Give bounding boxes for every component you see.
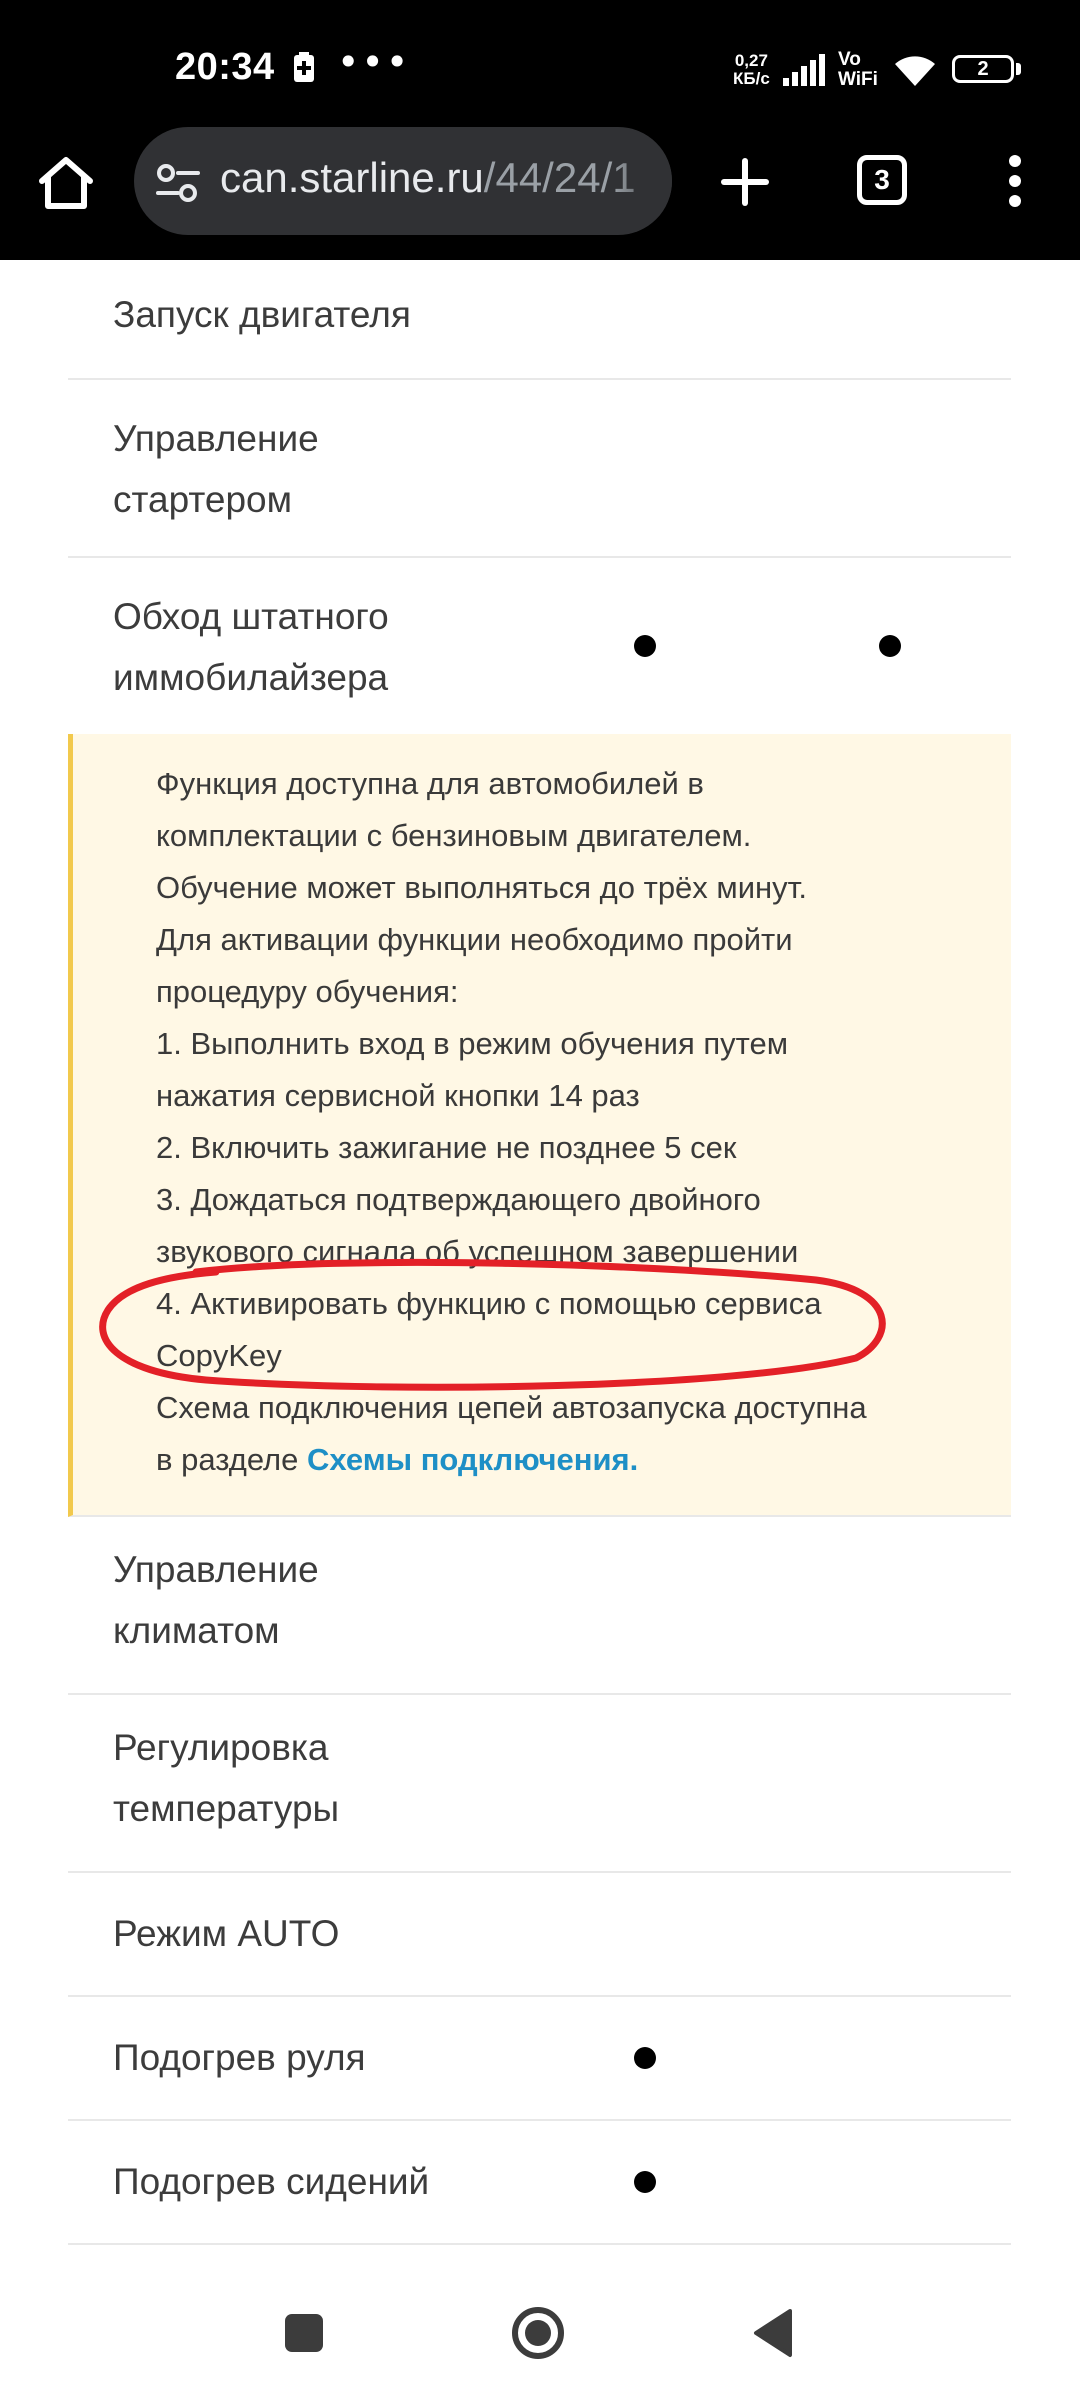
table-row: Управление стартером (68, 380, 1011, 558)
note-line: 1. Выполнить вход в режим обучения путем (156, 1026, 789, 1061)
row-label-line1: Управление (113, 1549, 319, 1590)
row-label: Подогрев руля (113, 2037, 366, 2078)
note-line: 4. Активировать функцию с помощью сервис… (156, 1286, 822, 1321)
note-line: Схема подключения цепей автозапуска дост… (156, 1390, 867, 1425)
note-line: Функция доступна для автомобилей в (156, 766, 704, 801)
wiring-diagrams-link[interactable]: Схемы подключения. (307, 1442, 638, 1477)
note-line: 3. Дождаться подтверждающего двойного (156, 1182, 761, 1217)
plus-icon[interactable] (720, 157, 770, 207)
feature-dot (634, 635, 656, 657)
note-line-last: в разделе Схемы подключения. (156, 1434, 638, 1486)
nav-home-icon[interactable] (511, 2306, 565, 2360)
back-icon[interactable] (752, 2308, 794, 2358)
note-line: нажатия сервисной кнопки 14 раз (156, 1078, 640, 1113)
notification-dots: ••• (337, 40, 411, 84)
vowifi-indicator: Vo WiFi (838, 50, 878, 90)
url-bar[interactable]: can.starline.ru/44/24/1 (134, 127, 672, 235)
battery-tip (1016, 63, 1021, 75)
signal-icon (783, 54, 831, 91)
wifi-icon (892, 52, 938, 93)
note-box: Функция доступна для автомобилей в компл… (68, 734, 1011, 1517)
home-icon[interactable] (36, 155, 96, 211)
row-label-line2: температуры (113, 1788, 340, 1829)
recents-icon[interactable] (285, 2314, 323, 2352)
note-line: Обучение может выполняться до трёх минут… (156, 870, 808, 905)
battery-saver-icon (293, 52, 315, 87)
vowifi-bottom: WiFi (838, 69, 878, 90)
site-settings-icon[interactable] (156, 163, 200, 208)
row-label-line1: Управление (113, 418, 319, 459)
feature-dot (634, 2171, 656, 2193)
table-row: Управление климатом (68, 1517, 1011, 1695)
url-host: can.starline.ru (220, 154, 484, 201)
row-label-line1: Регулировка (113, 1727, 329, 1768)
note-line: 2. Включить зажигание не позднее 5 сек (156, 1130, 737, 1165)
status-time: 20:34 (175, 46, 275, 88)
row-label-line2: иммобилайзера (113, 657, 389, 698)
table-row: Подогрев руля (68, 1997, 1011, 2121)
row-label: Режим AUTO (113, 1913, 340, 1954)
network-speed-value: 0,27 (734, 51, 768, 70)
more-vert-icon[interactable] (1000, 153, 1030, 209)
note-line: процедуру обучения: (156, 974, 459, 1009)
row-label-line2: климатом (113, 1610, 280, 1651)
table-row: Режим AUTO (68, 1873, 1011, 1997)
url-text[interactable]: can.starline.ru/44/24/1 (220, 154, 636, 202)
table-row: Обход штатного иммобилайзера (68, 558, 1011, 734)
network-speed: 0,27 КБ/с (733, 52, 770, 88)
battery-icon: 2 (952, 55, 1014, 83)
note-line: звукового сигнала об успешном завершении (156, 1234, 799, 1269)
row-label: Подогрев сидений (113, 2161, 430, 2202)
feature-dot (634, 2047, 656, 2069)
row-label-line2: стартером (113, 479, 293, 520)
row-label-line1: Обход штатного (113, 596, 389, 637)
note-line-prefix: в разделе (156, 1442, 307, 1477)
table-row: Запуск двигателя (68, 260, 1011, 380)
row-label: Запуск двигателя (113, 294, 411, 335)
url-fade (612, 127, 672, 235)
tab-switcher-button[interactable]: 3 (857, 155, 907, 205)
table-row: Регулировка температуры (68, 1695, 1011, 1873)
note-line: комплектации с бензиновым двигателем. (156, 818, 752, 853)
vowifi-top: Vo (838, 49, 861, 70)
note-line: Для активации функции необходимо пройти (156, 922, 793, 957)
network-speed-unit: КБ/с (733, 69, 770, 88)
feature-dot (879, 635, 901, 657)
note-line: CopyKey (156, 1338, 282, 1373)
table-row: Подогрев сидений (68, 2121, 1011, 2245)
